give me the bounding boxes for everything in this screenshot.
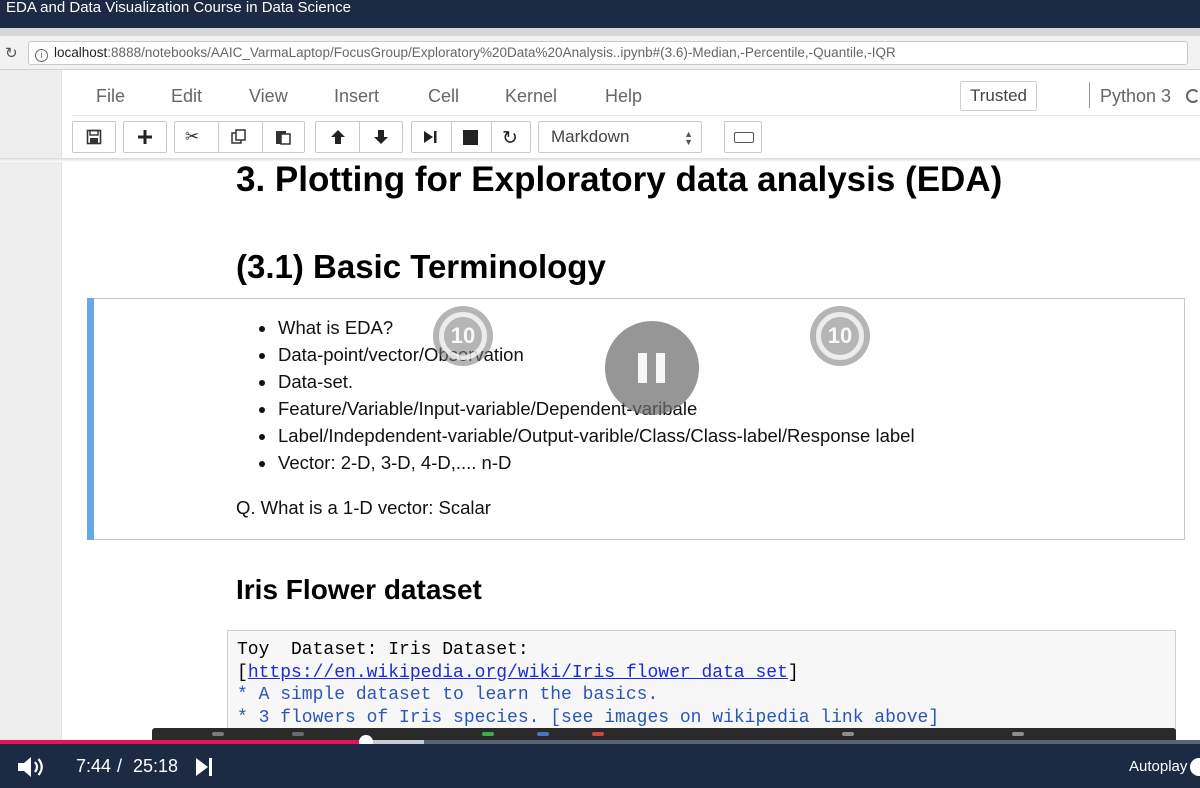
cell-type-select[interactable]: Markdown ▲ ▼ xyxy=(538,121,702,153)
code-line: * A simple dataset to learn the basics. xyxy=(237,685,659,705)
question-text: Q. What is a 1-D vector: Scalar xyxy=(236,497,491,518)
save-button[interactable] xyxy=(72,121,116,153)
menu-edit[interactable]: Edit xyxy=(171,86,202,107)
screen-taskbar-strip xyxy=(152,728,1176,740)
list-item: Data-set. xyxy=(258,371,915,398)
current-time: 7:44 xyxy=(76,756,112,776)
menu-view[interactable]: View xyxy=(249,86,288,107)
select-caret-icon: ▲ ▼ xyxy=(684,129,693,147)
taskbar-icon xyxy=(212,732,224,736)
menu-help[interactable]: Help xyxy=(605,86,642,107)
notebook-menubar: File Edit View Insert Cell Kernel Help T… xyxy=(72,74,1200,116)
keyboard-shortcuts-button[interactable] xyxy=(724,121,762,153)
list-item: Feature/Variable/Input-variable/Dependen… xyxy=(258,398,915,425)
pause-icon-bar xyxy=(656,353,665,383)
arrow-down-icon[interactable] xyxy=(372,128,390,151)
list-item: Vector: 2-D, 3-D, 4-D,.... n-D xyxy=(258,452,915,479)
url-host: localhost xyxy=(54,45,108,60)
menu-kernel[interactable]: Kernel xyxy=(505,86,557,107)
code-bracket: [ xyxy=(237,662,248,683)
video-screen[interactable]: ↻ i localhost:8888/notebooks/AAIC_VarmaLa… xyxy=(0,28,1200,740)
taskbar-icon xyxy=(842,732,854,736)
pause-icon xyxy=(638,353,647,383)
window-title: EDA and Data Visualization Course in Dat… xyxy=(0,0,1200,28)
markdown-source-cell[interactable]: Toy Dataset: Iris Dataset: [https://en.w… xyxy=(227,630,1176,740)
kernel-status-icon xyxy=(1186,89,1200,103)
toolbar-divider xyxy=(451,121,452,153)
save-icon xyxy=(86,129,102,145)
skip-forward-button[interactable]: 10 xyxy=(810,306,870,366)
time-separator: / xyxy=(117,756,123,776)
list-item: Label/Indepdendent-variable/Output-varib… xyxy=(258,425,915,452)
toolbar-divider xyxy=(262,121,263,153)
toolbar-divider xyxy=(491,121,492,153)
insert-cell-button[interactable] xyxy=(123,121,167,153)
taskbar-icon xyxy=(292,732,304,736)
code-line: * 3 flowers of Iris species. [see images… xyxy=(237,707,940,728)
menu-cell[interactable]: Cell xyxy=(428,86,459,107)
taskbar-icon xyxy=(537,732,549,736)
copy-icon[interactable] xyxy=(230,128,248,151)
menu-file[interactable]: File xyxy=(96,86,125,107)
notebook-toolbar: ✂ ↻ Markdown ▲ ▼ xyxy=(72,121,1200,155)
plus-icon xyxy=(138,130,152,144)
reload-icon[interactable]: ↻ xyxy=(5,44,18,62)
code-bracket: ] xyxy=(787,662,799,683)
toolbar-divider xyxy=(218,121,219,153)
toolbar-divider xyxy=(359,121,360,153)
trusted-badge[interactable]: Trusted xyxy=(960,81,1037,111)
notebook-page: File Edit View Insert Cell Kernel Help T… xyxy=(0,70,1200,740)
heading-eda: 3. Plotting for Exploratory data analysi… xyxy=(236,160,1003,199)
autoplay-label: Autoplay xyxy=(1129,758,1188,775)
taskbar-icon xyxy=(1012,732,1024,736)
pause-button[interactable] xyxy=(605,321,699,415)
menu-insert[interactable]: Insert xyxy=(334,86,379,107)
kernel-name[interactable]: Python 3 xyxy=(1100,86,1171,107)
url-field[interactable]: i localhost:8888/notebooks/AAIC_VarmaLapt… xyxy=(28,41,1188,65)
keyboard-icon xyxy=(734,132,754,143)
left-gutter xyxy=(0,70,62,740)
volume-icon[interactable] xyxy=(16,756,46,778)
skip-back-seconds: 10 xyxy=(450,323,476,348)
wikipedia-link[interactable]: https://en.wikipedia.org/wiki/Iris_flowe… xyxy=(248,663,788,683)
cell-selection-bar xyxy=(87,298,94,540)
arrow-up-icon[interactable] xyxy=(329,128,347,151)
duration: 25:18 xyxy=(133,756,179,776)
player-controls: 7:44 / 25:18 Autoplay xyxy=(0,744,1200,788)
heading-iris: Iris Flower dataset xyxy=(236,574,482,605)
skip-back-button[interactable]: 10 xyxy=(433,306,493,366)
stop-icon[interactable] xyxy=(463,130,478,150)
browser-address-bar: ↻ i localhost:8888/notebooks/AAIC_VarmaLa… xyxy=(0,36,1200,70)
skip-forward-seconds: 10 xyxy=(827,323,853,348)
info-icon: i xyxy=(35,49,48,62)
heading-basic-terminology: (3.1) Basic Terminology xyxy=(236,248,606,285)
restart-icon[interactable]: ↻ xyxy=(502,127,518,150)
kernel-divider xyxy=(1089,82,1090,108)
taskbar-icon xyxy=(482,732,494,736)
video-player-frame: EDA and Data Visualization Course in Dat… xyxy=(0,0,1200,788)
paste-icon[interactable] xyxy=(274,128,292,151)
code-line: Toy Dataset: Iris Dataset: xyxy=(237,640,529,660)
scissors-icon[interactable]: ✂ xyxy=(185,127,199,147)
browser-tabstrip xyxy=(0,28,1200,36)
taskbar-icon xyxy=(592,732,604,736)
next-icon[interactable] xyxy=(195,757,213,777)
cell-type-value: Markdown xyxy=(551,127,630,146)
url-path: :8888/notebooks/AAIC_VarmaLaptop/FocusGr… xyxy=(107,45,896,60)
step-run-icon[interactable] xyxy=(422,129,438,150)
autoplay-toggle[interactable] xyxy=(1190,758,1200,776)
